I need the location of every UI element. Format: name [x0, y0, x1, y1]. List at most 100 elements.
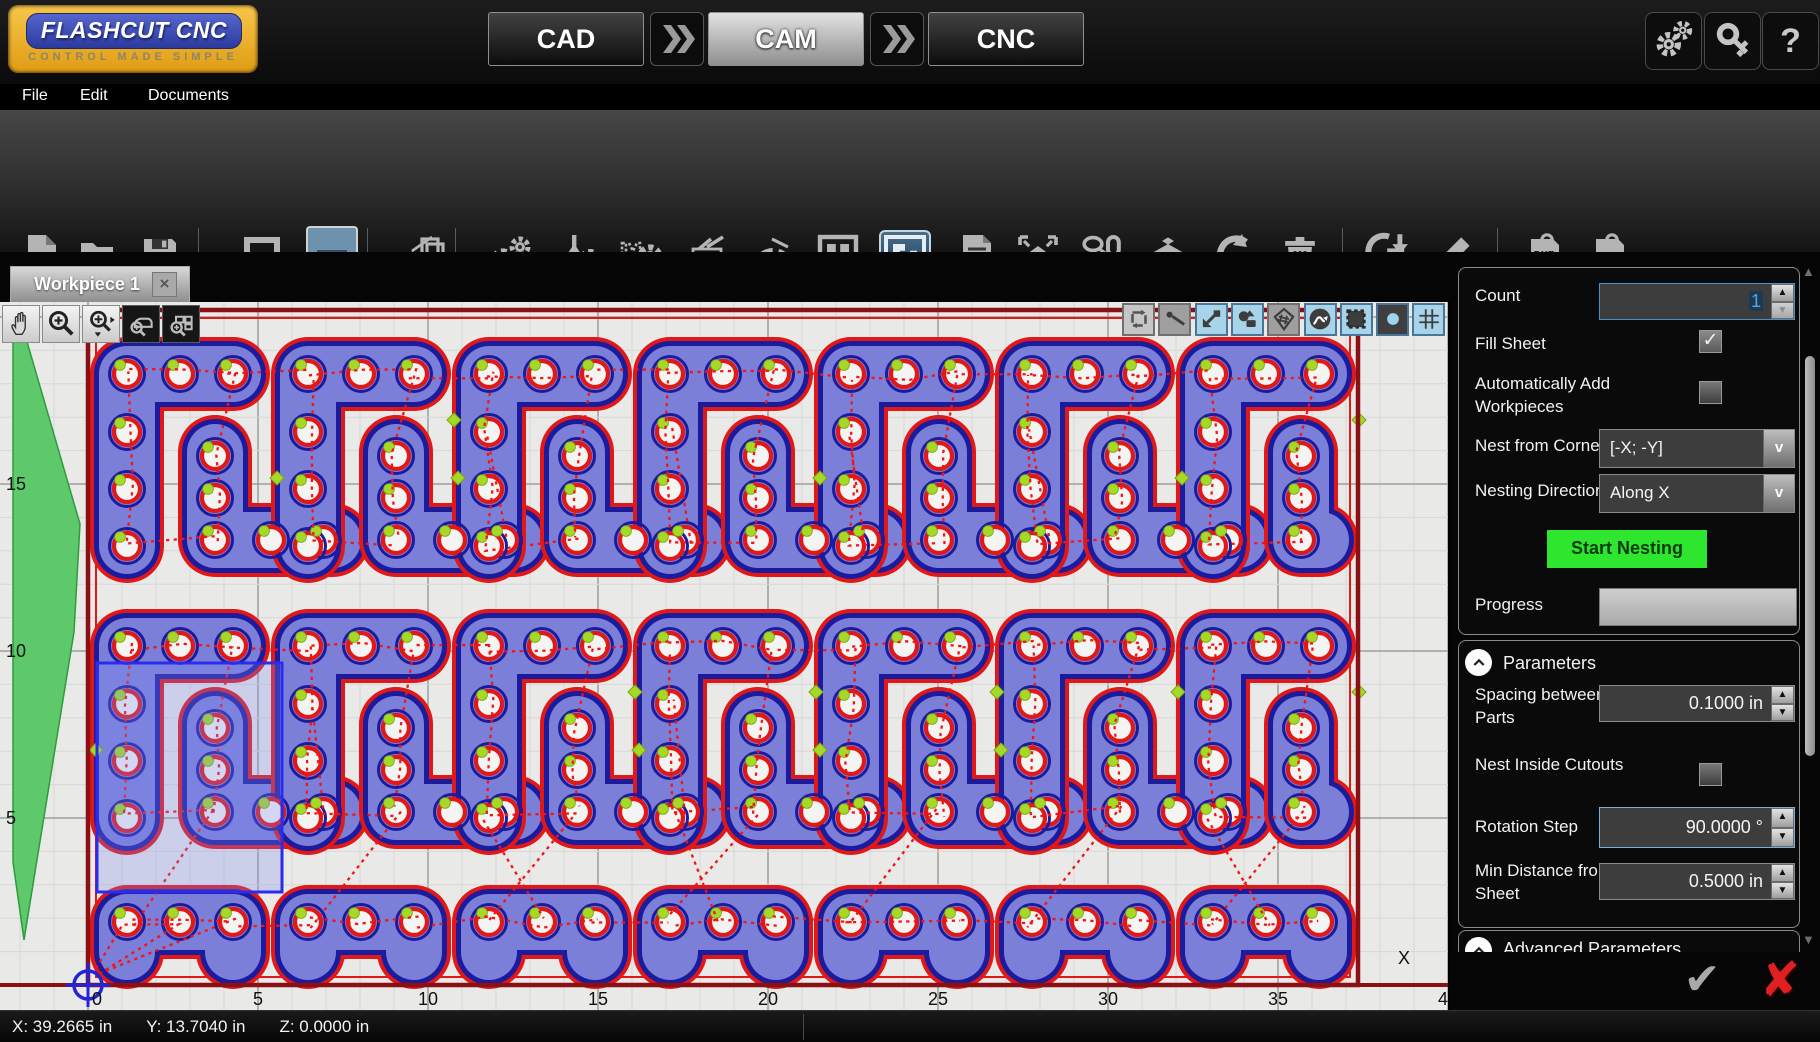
fill-sheet-label: Fill Sheet — [1475, 334, 1546, 354]
traverse-arrow-icon — [1307, 320, 1333, 335]
zoom-sheet-button[interactable] — [162, 305, 200, 343]
menu-bar: File Edit Documents — [0, 84, 1820, 110]
status-bar: X: 39.2665 in Y: 13.7040 in Z: 0.0000 in — [0, 1010, 1820, 1042]
nesting-options-box: Count 1 ▲▼ Fill Sheet ✓ Automatically Ad… — [1458, 267, 1800, 635]
spacing-value: 0.1000 in — [1600, 686, 1771, 721]
grid-lines-icon — [1416, 320, 1442, 335]
rotation-step-spinner[interactable]: 90.0000 ° ▲▼ — [1599, 807, 1795, 848]
svg-text:10: 10 — [6, 641, 26, 661]
settings-button[interactable] — [1645, 12, 1702, 70]
cam-mode-button[interactable]: CAM — [708, 12, 864, 66]
nest-inside-label: Nest Inside Cutouts — [1475, 753, 1625, 776]
min-distance-up-icon[interactable]: ▲ — [1771, 864, 1794, 882]
zoom-in-button[interactable] — [42, 305, 80, 343]
svg-text:25: 25 — [928, 989, 948, 1009]
status-y-coordinate: Y: 13.7040 in — [146, 1017, 245, 1037]
min-distance-spinner[interactable]: 0.5000 in ▲▼ — [1599, 863, 1795, 900]
progress-label: Progress — [1475, 595, 1543, 615]
nest-direction-dropdown[interactable]: Along X v — [1599, 474, 1795, 513]
selection-box-icon — [1343, 320, 1369, 335]
zoom-shape-button[interactable] — [122, 305, 160, 343]
shape-fill-toggle[interactable] — [1231, 303, 1264, 336]
svg-text:35: 35 — [1268, 989, 1288, 1009]
cad-to-cam-chevron-icon — [650, 12, 704, 66]
flashcut-logo: FLASHCUT CNC CONTROL MADE SIMPLE — [8, 5, 258, 73]
count-spinner[interactable]: 1 ▲▼ — [1599, 283, 1795, 320]
logo-subtitle: CONTROL MADE SIMPLE — [8, 51, 258, 63]
license-button[interactable] — [1704, 12, 1761, 70]
auto-add-checkbox[interactable] — [1699, 381, 1722, 404]
shape-fill-icon — [1234, 320, 1260, 335]
cad-mode-button[interactable]: CAD — [488, 12, 644, 66]
spacing-spinner[interactable]: 0.1000 in ▲▼ — [1599, 685, 1795, 722]
scroll-down-icon[interactable]: ▼ — [1802, 932, 1815, 947]
selection-box-toggle[interactable] — [1340, 303, 1373, 336]
zoom-menu-icon — [86, 326, 116, 341]
rotation-step-label: Rotation Step — [1475, 817, 1578, 837]
svg-text:5: 5 — [253, 989, 263, 1009]
menu-file[interactable]: File — [22, 84, 48, 110]
tab-strip: Workpiece 1 × — [0, 252, 1450, 302]
count-label: Count — [1475, 286, 1520, 306]
parameters-box: Parameters Spacing between Parts 0.1000 … — [1458, 640, 1800, 928]
apply-check-button[interactable]: ✔ — [1672, 954, 1732, 1006]
title-bar: FLASHCUT CNC CONTROL MADE SIMPLE CAD CAM… — [0, 0, 1820, 84]
spacing-up-icon[interactable]: ▲ — [1771, 686, 1794, 704]
part-numbers-toggle[interactable] — [1267, 303, 1300, 336]
svg-text:5: 5 — [6, 808, 16, 828]
nest-corner-label: Nest from Corner — [1475, 436, 1605, 456]
settings-gears-icon — [1653, 18, 1695, 65]
rotation-down-icon[interactable]: ▼ — [1771, 828, 1794, 848]
min-distance-down-icon[interactable]: ▼ — [1771, 882, 1794, 900]
count-up-icon[interactable]: ▲ — [1771, 284, 1794, 302]
corner-arrow-toggle[interactable] — [1195, 303, 1228, 336]
panel-scrollbar[interactable]: ▲ ▼ — [1802, 264, 1818, 950]
panel-footer: ✔ ✘ — [1450, 952, 1802, 1010]
ribbon-toolbar: File Feature Type Selection — [0, 110, 1820, 252]
cycle-order-toggle[interactable] — [1122, 303, 1155, 336]
logo-pill: FLASHCUT CNC — [26, 13, 242, 49]
parameters-collapse-button[interactable] — [1465, 649, 1492, 676]
nest-corner-value: [-X; -Y] — [1600, 430, 1763, 467]
nest-scene[interactable]: 051015202530354015105X — [0, 302, 1448, 1010]
nest-inside-checkbox[interactable] — [1699, 763, 1722, 786]
selected-part-box[interactable] — [97, 663, 282, 892]
help-button[interactable]: ? — [1762, 12, 1819, 70]
help-icon: ? — [1780, 22, 1801, 61]
svg-text:30: 30 — [1098, 989, 1118, 1009]
grid-lines-toggle[interactable] — [1412, 303, 1445, 336]
zoom-sheet-icon — [166, 326, 196, 341]
cnc-mode-button[interactable]: CNC — [928, 12, 1084, 66]
statusbar-divider — [803, 1014, 804, 1040]
menu-edit[interactable]: Edit — [80, 84, 108, 110]
scroll-thumb[interactable] — [1805, 356, 1815, 756]
menu-documents[interactable]: Documents — [148, 84, 229, 110]
status-z-coordinate: Z: 0.0000 in — [279, 1017, 369, 1037]
traverse-arrow-toggle[interactable] — [1304, 303, 1337, 336]
nest-direction-value: Along X — [1600, 475, 1763, 512]
svg-text:0: 0 — [92, 989, 102, 1009]
pierce-dot-toggle[interactable] — [1376, 303, 1409, 336]
fill-sheet-checkbox[interactable]: ✓ — [1699, 330, 1722, 353]
nest-corner-dropdown[interactable]: [-X; -Y] v — [1599, 429, 1795, 468]
kerf-line-toggle[interactable] — [1158, 303, 1191, 336]
spacing-down-icon[interactable]: ▼ — [1771, 704, 1794, 722]
rotation-up-icon[interactable]: ▲ — [1771, 808, 1794, 828]
parameters-header: Parameters — [1503, 653, 1596, 674]
kerf-line-icon — [1162, 320, 1188, 335]
start-nesting-button[interactable]: Start Nesting — [1547, 530, 1707, 568]
zoom-menu-button[interactable] — [82, 305, 120, 343]
scroll-up-icon[interactable]: ▲ — [1802, 264, 1815, 279]
nest-direction-label: Nesting Direction — [1475, 481, 1604, 501]
cycle-order-icon — [1126, 320, 1152, 335]
pan-hand-icon — [6, 326, 36, 341]
logo-title: FLASHCUT CNC — [27, 17, 241, 44]
pan-hand-button[interactable] — [2, 305, 40, 343]
svg-text:X: X — [1398, 948, 1410, 968]
nesting-canvas[interactable]: 051015202530354015105X — [0, 302, 1448, 1010]
cancel-x-button[interactable]: ✘ — [1750, 952, 1810, 1006]
tab-close-icon[interactable]: × — [152, 272, 177, 297]
min-distance-value: 0.5000 in — [1600, 864, 1771, 899]
status-x-coordinate: X: 39.2665 in — [12, 1017, 112, 1037]
count-down-icon[interactable]: ▼ — [1771, 302, 1794, 320]
